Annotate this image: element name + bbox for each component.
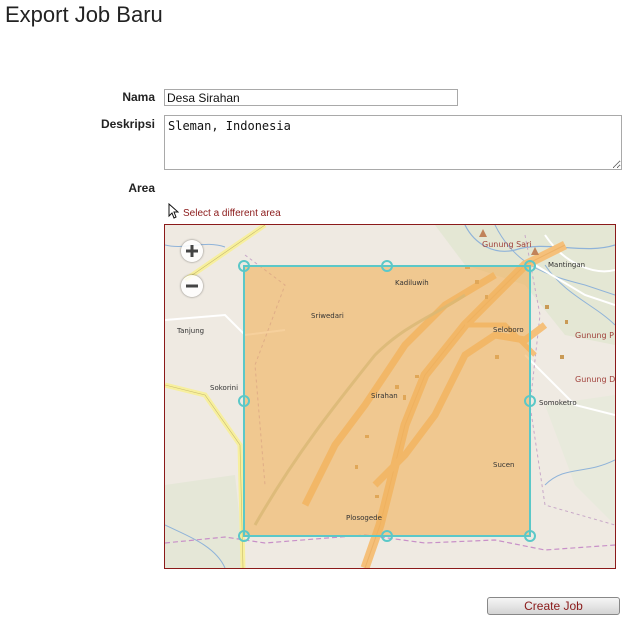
label-sucen: Sucen xyxy=(493,461,514,469)
label-gunung-d: Gunung D xyxy=(575,375,615,384)
area-label: Area xyxy=(128,181,155,195)
page-title: Export Job Baru xyxy=(5,2,163,27)
label-gunung-p: Gunung P xyxy=(575,331,614,340)
select-area-label: Select a different area xyxy=(183,208,281,219)
map-canvas[interactable]: Gunung Sari Mantingan Tanjung Kadiluwih … xyxy=(165,225,615,568)
label-seloboro: Seloboro xyxy=(493,326,524,334)
label-gunung-sari: Gunung Sari xyxy=(482,240,532,249)
label-sriwedari: Sriwedari xyxy=(311,312,344,320)
label-tanjung: Tanjung xyxy=(176,327,204,335)
cursor-icon xyxy=(168,203,179,219)
name-label: Nama xyxy=(122,90,155,104)
description-textarea[interactable]: Sleman, Indonesia xyxy=(164,115,622,170)
label-sirahan: Sirahan xyxy=(371,392,398,400)
label-sokorini: Sokorini xyxy=(210,384,238,392)
selection-box[interactable] xyxy=(243,265,531,537)
label-somoketro: Somoketro xyxy=(539,399,577,407)
label-plosogede: Plosogede xyxy=(346,514,382,522)
create-job-button[interactable]: Create Job xyxy=(487,597,620,615)
zoom-out-button[interactable] xyxy=(181,275,203,297)
zoom-out-icon xyxy=(186,284,198,288)
description-label: Deskripsi xyxy=(100,117,155,131)
label-mantingan: Mantingan xyxy=(548,261,585,269)
label-kadiluwih: Kadiluwih xyxy=(395,279,429,287)
zoom-in-button[interactable] xyxy=(181,240,203,262)
select-area-link[interactable]: Select a different area xyxy=(167,201,281,219)
zoom-in-icon xyxy=(186,245,198,257)
name-input[interactable] xyxy=(164,89,458,106)
area-map[interactable]: Gunung Sari Mantingan Tanjung Kadiluwih … xyxy=(164,224,616,569)
